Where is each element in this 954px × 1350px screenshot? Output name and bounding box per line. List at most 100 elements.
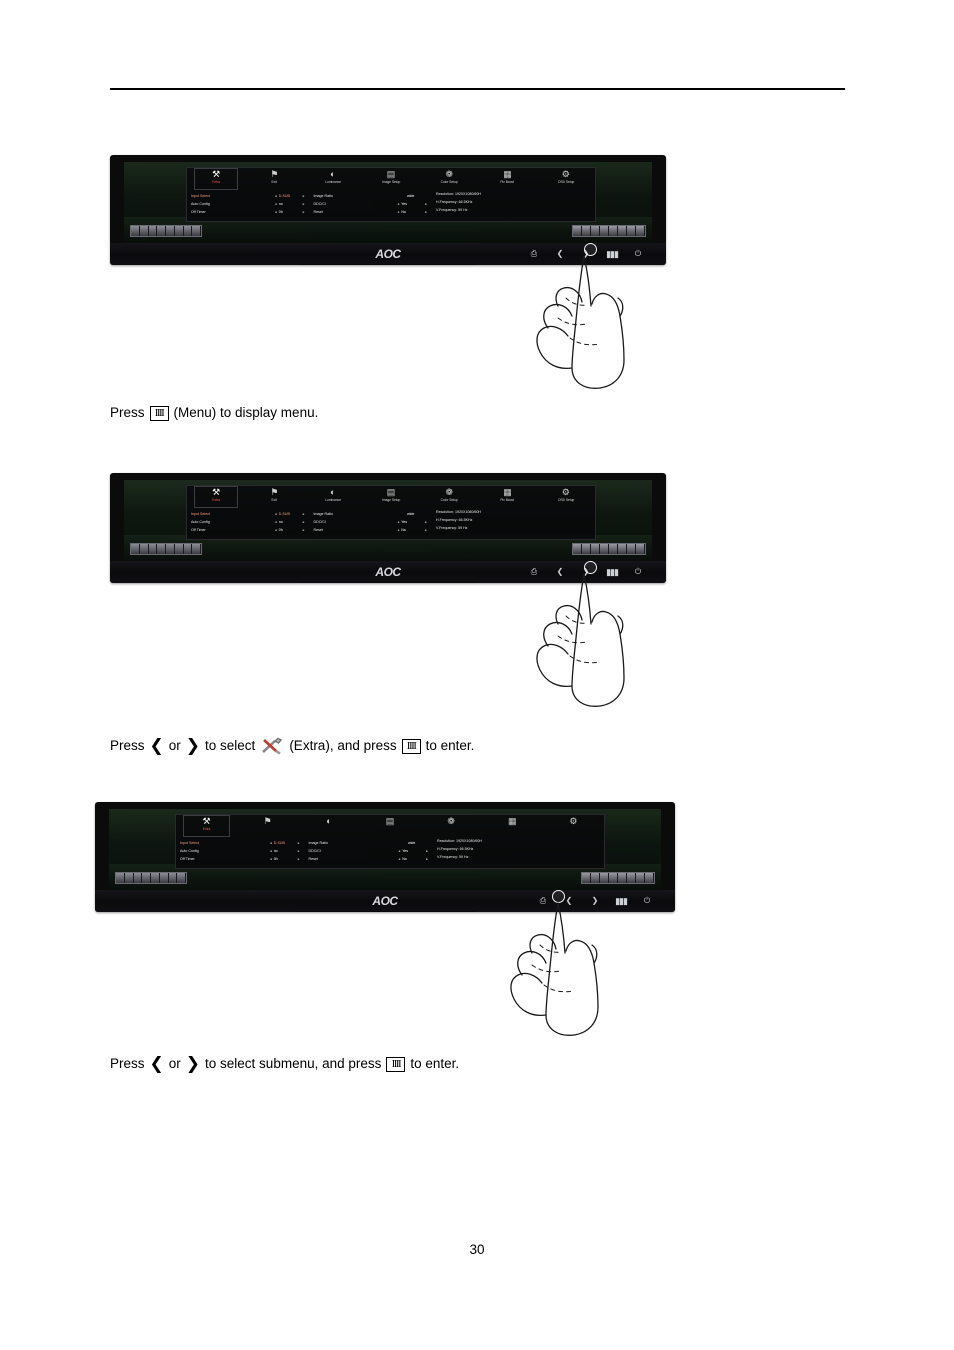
screen-thumbnail-strip-right bbox=[572, 225, 646, 237]
osd-item-ddcci[interactable]: DDC/CI ◂ Yes ▸ bbox=[314, 200, 430, 208]
osd-tab-pic-boost[interactable]: ▦ bbox=[482, 815, 543, 837]
left-button[interactable]: ❮ bbox=[554, 249, 566, 259]
monitor-illustration-3: ⚒ Extra ⚑ ◐ ▤ ❁ ▦ ⚙ Input Select ◂ D-SUB… bbox=[95, 802, 675, 912]
osd-info-panel: Resolution: 1920X1080/60H H.Frequency: 6… bbox=[432, 190, 595, 221]
osd-item-input-select[interactable]: Input Select ◂ D-SUB ▸ bbox=[180, 839, 302, 847]
caption-step-3: Press ❮ or ❯ to select submenu, and pres… bbox=[110, 1055, 459, 1073]
chevron-right-icon: ▸ bbox=[302, 512, 305, 516]
osd-item-off-timer[interactable]: Off Timer ◂ 0h ▸ bbox=[191, 526, 307, 534]
osd-item-label: Off Timer bbox=[180, 857, 195, 861]
menu-button[interactable]: ▮▮▮ bbox=[606, 249, 619, 259]
osd-item-label: Image Ratio bbox=[313, 512, 333, 516]
chevron-right-icon: ▸ bbox=[302, 194, 305, 198]
osd-item-label: Reset bbox=[313, 528, 323, 532]
screen-thumbnail-strip-left bbox=[130, 225, 202, 237]
osd-item-auto-config[interactable]: Auto Config ◂ no ▸ bbox=[191, 518, 307, 526]
gear-icon: ⚙ bbox=[561, 487, 570, 497]
chevron-right-icon: ▸ bbox=[426, 857, 428, 861]
osd-item-ddcci[interactable]: DDC/CI ◂ Yes ▸ bbox=[314, 518, 430, 526]
osd-tab-luminance[interactable]: ◐ bbox=[298, 815, 359, 837]
right-arrow-key-icon: ❯ bbox=[185, 1053, 201, 1074]
osd-tab-pic-boost[interactable]: ▦ Pic Boost bbox=[478, 168, 536, 190]
osd-item-value: no bbox=[273, 849, 278, 853]
osd-item-reset[interactable]: Reset ◂ No ▸ bbox=[309, 855, 431, 863]
hand-illustration-2 bbox=[536, 573, 625, 707]
osd-tab-osd-setup[interactable]: ⚙ OSD Setup bbox=[537, 168, 595, 190]
osd-item-label: Auto Config bbox=[191, 202, 210, 206]
osd-item-label: Off Timer bbox=[191, 210, 206, 214]
caption-text-mid: to select bbox=[205, 738, 256, 753]
right-arrow-key-icon: ❯ bbox=[185, 735, 201, 756]
osd-tab-image-setup[interactable]: ▤ bbox=[359, 815, 420, 837]
osd-tab-luminance[interactable]: ◐ Luminance bbox=[304, 168, 362, 190]
osd-tab-pic-boost[interactable]: ▦ Pic Boost bbox=[478, 486, 536, 508]
figure-monitor-3: ⚒ Extra ⚑ ◐ ▤ ❁ ▦ ⚙ Input Select ◂ D-SUB… bbox=[95, 802, 675, 912]
osd-item-label: Auto Config bbox=[191, 520, 210, 524]
wrench-screwdriver-icon bbox=[260, 737, 284, 755]
source-button[interactable]: ⎙ bbox=[528, 249, 540, 259]
osd-tab-osd-setup[interactable]: ⚙ bbox=[543, 815, 604, 837]
osd-tab-label: OSD Setup bbox=[557, 498, 574, 502]
osd-tab-osd-setup[interactable]: ⚙ OSD Setup bbox=[537, 486, 595, 508]
osd-info-panel: Resolution: 1920X1080/60H H.Frequency: 6… bbox=[433, 837, 604, 868]
monitor-stand bbox=[295, 911, 475, 912]
button-highlight-menu bbox=[584, 243, 597, 256]
osd-tab-image-setup[interactable]: ▤ Image Setup bbox=[362, 486, 420, 508]
caption-step-2: Press ❮ or ❯ to select (Extra), and pres… bbox=[110, 737, 474, 755]
chevron-right-icon: ▸ bbox=[302, 528, 305, 532]
source-button[interactable]: ⎙ bbox=[537, 896, 549, 906]
caption-text-or: or bbox=[168, 1056, 181, 1071]
osd-item-ddcci[interactable]: DDC/CI ◂ Yes ▸ bbox=[309, 847, 431, 855]
gear-icon: ⚙ bbox=[569, 816, 578, 826]
osd-tab-extra[interactable]: ⚒ Extra bbox=[187, 168, 245, 190]
osd-tab-extra[interactable]: ⚒ Extra bbox=[187, 486, 245, 508]
brightness-icon: ◐ bbox=[329, 487, 336, 497]
osd-item-input-select[interactable]: Input Select ◂ D-SUB ▸ bbox=[191, 510, 307, 518]
right-button[interactable]: ❯ bbox=[589, 896, 601, 906]
osd-tab-exit[interactable]: ⚑ Exit bbox=[245, 486, 303, 508]
osd-column-2: Image Ratio wide DDC/CI ◂ Yes ▸ Reset ◂ … bbox=[310, 508, 433, 539]
osd-item-value: 0h bbox=[278, 210, 283, 214]
power-button[interactable]: ⏻ bbox=[632, 567, 644, 577]
osd-column-2: Image Ratio wide DDC/CI ◂ Yes ▸ Reset ◂ … bbox=[310, 190, 433, 221]
osd-item-image-ratio[interactable]: Image Ratio wide bbox=[314, 192, 430, 200]
osd-column-2: Image Ratio wide DDC/CI ◂ Yes ▸ Reset ◂ … bbox=[305, 837, 434, 868]
osd-tab-exit[interactable]: ⚑ Exit bbox=[245, 168, 303, 190]
osd-item-auto-config[interactable]: Auto Config ◂ no ▸ bbox=[180, 847, 302, 855]
osd-item-off-timer[interactable]: Off Timer ◂ 0h ▸ bbox=[191, 208, 307, 216]
osd-item-input-select[interactable]: Input Select ◂ D-SUB ▸ bbox=[191, 192, 307, 200]
button-highlight-menu bbox=[584, 561, 597, 574]
caption-text-or: or bbox=[168, 738, 181, 753]
osd-tab-image-setup[interactable]: ▤ Image Setup bbox=[362, 168, 420, 190]
monitor-bezel-2: AOC ⎙ ❮ ❯ ▮▮▮ ⏻ bbox=[110, 561, 666, 583]
osd-item-value: D-SUB bbox=[278, 194, 290, 198]
color-setup-icon: ❁ bbox=[447, 816, 455, 826]
figure-monitor-2: ⚒ Extra ⚑ Exit ◐ Luminance ▤ Image Setup… bbox=[110, 473, 666, 583]
menu-button[interactable]: ▮▮▮ bbox=[606, 567, 619, 577]
menu-button[interactable]: ▮▮▮ bbox=[615, 896, 628, 906]
osd-item-auto-config[interactable]: Auto Config ◂ no ▸ bbox=[191, 200, 307, 208]
caption-step-1: Press IIII (Menu) to display menu. bbox=[110, 404, 318, 422]
osd-icon-bar: ⚒ Extra ⚑ ◐ ▤ ❁ ▦ ⚙ bbox=[176, 815, 604, 837]
source-button[interactable]: ⎙ bbox=[528, 567, 540, 577]
osd-item-reset[interactable]: Reset ◂ No ▸ bbox=[314, 526, 430, 534]
page-number: 30 bbox=[469, 1242, 485, 1257]
osd-tab-color-setup[interactable]: ❁ Color Setup bbox=[420, 486, 478, 508]
osd-tab-luminance[interactable]: ◐ Luminance bbox=[304, 486, 362, 508]
osd-tab-exit[interactable]: ⚑ bbox=[237, 815, 298, 837]
osd-item-value: wide bbox=[407, 512, 415, 516]
osd-item-reset[interactable]: Reset ◂ No ▸ bbox=[314, 208, 430, 216]
osd-tab-color-setup[interactable]: ❁ Color Setup bbox=[420, 168, 478, 190]
osd-item-image-ratio[interactable]: Image Ratio wide bbox=[314, 510, 430, 518]
osd-item-value: no bbox=[278, 520, 283, 524]
left-button[interactable]: ❮ bbox=[554, 567, 566, 577]
osd-item-image-ratio[interactable]: Image Ratio wide bbox=[309, 839, 431, 847]
figure-monitor-1: ⚒ Extra ⚑ Exit ◐ Luminance ▤ Image Setup… bbox=[110, 155, 666, 265]
osd-tab-extra[interactable]: ⚒ Extra bbox=[176, 815, 237, 837]
power-button[interactable]: ⏻ bbox=[641, 896, 653, 906]
osd-item-off-timer[interactable]: Off Timer ◂ 0h ▸ bbox=[180, 855, 302, 863]
power-button[interactable]: ⏻ bbox=[632, 249, 644, 259]
osd-tab-color-setup[interactable]: ❁ bbox=[421, 815, 482, 837]
chevron-right-icon: ▸ bbox=[302, 202, 305, 206]
chevron-right-icon: ▸ bbox=[425, 528, 428, 532]
